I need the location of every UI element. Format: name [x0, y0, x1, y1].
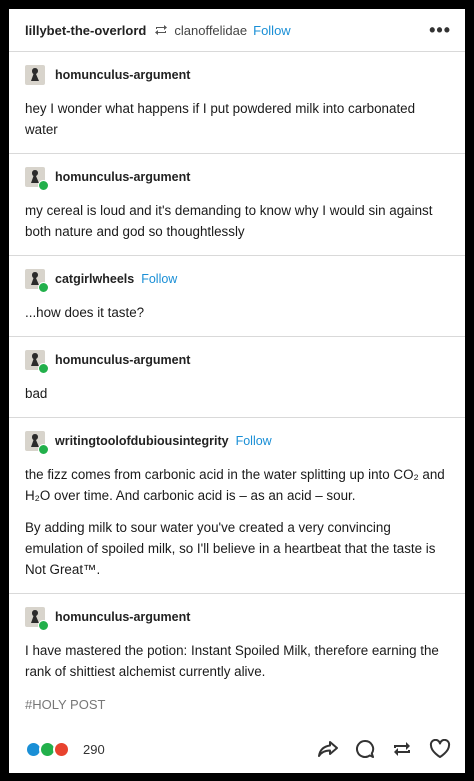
author-name[interactable]: writingtoolofdubiousintegrity [55, 434, 229, 448]
reblog-entry: homunculus-argument bad [9, 336, 465, 417]
post-text: ...how does it taste? [25, 305, 145, 320]
avatar[interactable] [25, 431, 49, 455]
post-header: lillybet-the-overlord clanoffelidae Foll… [9, 9, 465, 51]
online-badge-icon [38, 620, 49, 631]
avatar[interactable] [25, 65, 45, 85]
tag-list: #HOLY POST [9, 695, 465, 725]
reblog-entry: homunculus-argument my cereal is loud and… [9, 153, 465, 255]
post-text: the fizz comes from carbonic acid in the… [25, 467, 445, 503]
share-icon[interactable] [317, 739, 339, 759]
reblog-entry: catgirlwheels Follow ...how does it taste? [9, 255, 465, 336]
avatar[interactable] [25, 269, 49, 293]
reply-icon[interactable] [355, 739, 375, 759]
post-footer: 290 [9, 725, 465, 773]
notes-count[interactable]: 290 [83, 742, 105, 757]
author-name[interactable]: homunculus-argument [55, 170, 190, 184]
tag[interactable]: #HOLY POST [25, 697, 105, 712]
online-badge-icon [38, 180, 49, 191]
note-circle [53, 740, 70, 758]
notes-avatars [25, 740, 70, 758]
reblog-entry: homunculus-argument hey I wonder what hap… [9, 51, 465, 153]
reblog-icon [154, 24, 168, 36]
post-card: lillybet-the-overlord clanoffelidae Foll… [9, 9, 465, 773]
post-text: bad [25, 386, 48, 401]
like-icon[interactable] [429, 739, 451, 759]
online-badge-icon [38, 363, 49, 374]
reblog-author: homunculus-argument [25, 606, 449, 631]
post-actions [317, 739, 451, 759]
author-name[interactable]: catgirlwheels [55, 272, 134, 286]
follow-button[interactable]: Follow [253, 23, 291, 38]
post-text: my cereal is loud and it's demanding to … [25, 203, 433, 239]
avatar[interactable] [25, 167, 49, 191]
avatar[interactable] [25, 607, 49, 631]
more-horizontal-icon[interactable]: ••• [429, 20, 451, 41]
post-text: hey I wonder what happens if I put powde… [25, 101, 416, 137]
post-text: I have mastered the potion: Instant Spoi… [25, 643, 439, 679]
follow-button[interactable]: Follow [141, 272, 177, 286]
reblog-author: writingtoolofdubiousintegrity Follow [25, 430, 449, 455]
reblogged-from-name[interactable]: clanoffelidae [174, 23, 247, 38]
reblog-thread: homunculus-argument hey I wonder what hap… [9, 51, 465, 695]
author-name[interactable]: homunculus-argument [55, 68, 190, 82]
reblog-author: homunculus-argument [25, 64, 449, 86]
author-name[interactable]: homunculus-argument [55, 353, 190, 367]
post-text: By adding milk to sour water you've crea… [25, 520, 436, 577]
reblog-icon[interactable] [391, 739, 413, 759]
follow-button[interactable]: Follow [236, 434, 272, 448]
online-badge-icon [38, 444, 49, 455]
online-badge-icon [38, 282, 49, 293]
author-name[interactable]: homunculus-argument [55, 610, 190, 624]
reblog-entry: writingtoolofdubiousintegrity Follow the f… [9, 417, 465, 593]
reblog-author: homunculus-argument [25, 166, 449, 191]
blog-name[interactable]: lillybet-the-overlord [25, 23, 146, 38]
reblog-author: catgirlwheels Follow [25, 268, 449, 293]
reblog-entry: homunculus-argument I have mastered the p… [9, 593, 465, 695]
reblog-author: homunculus-argument [25, 349, 449, 374]
avatar[interactable] [25, 350, 49, 374]
